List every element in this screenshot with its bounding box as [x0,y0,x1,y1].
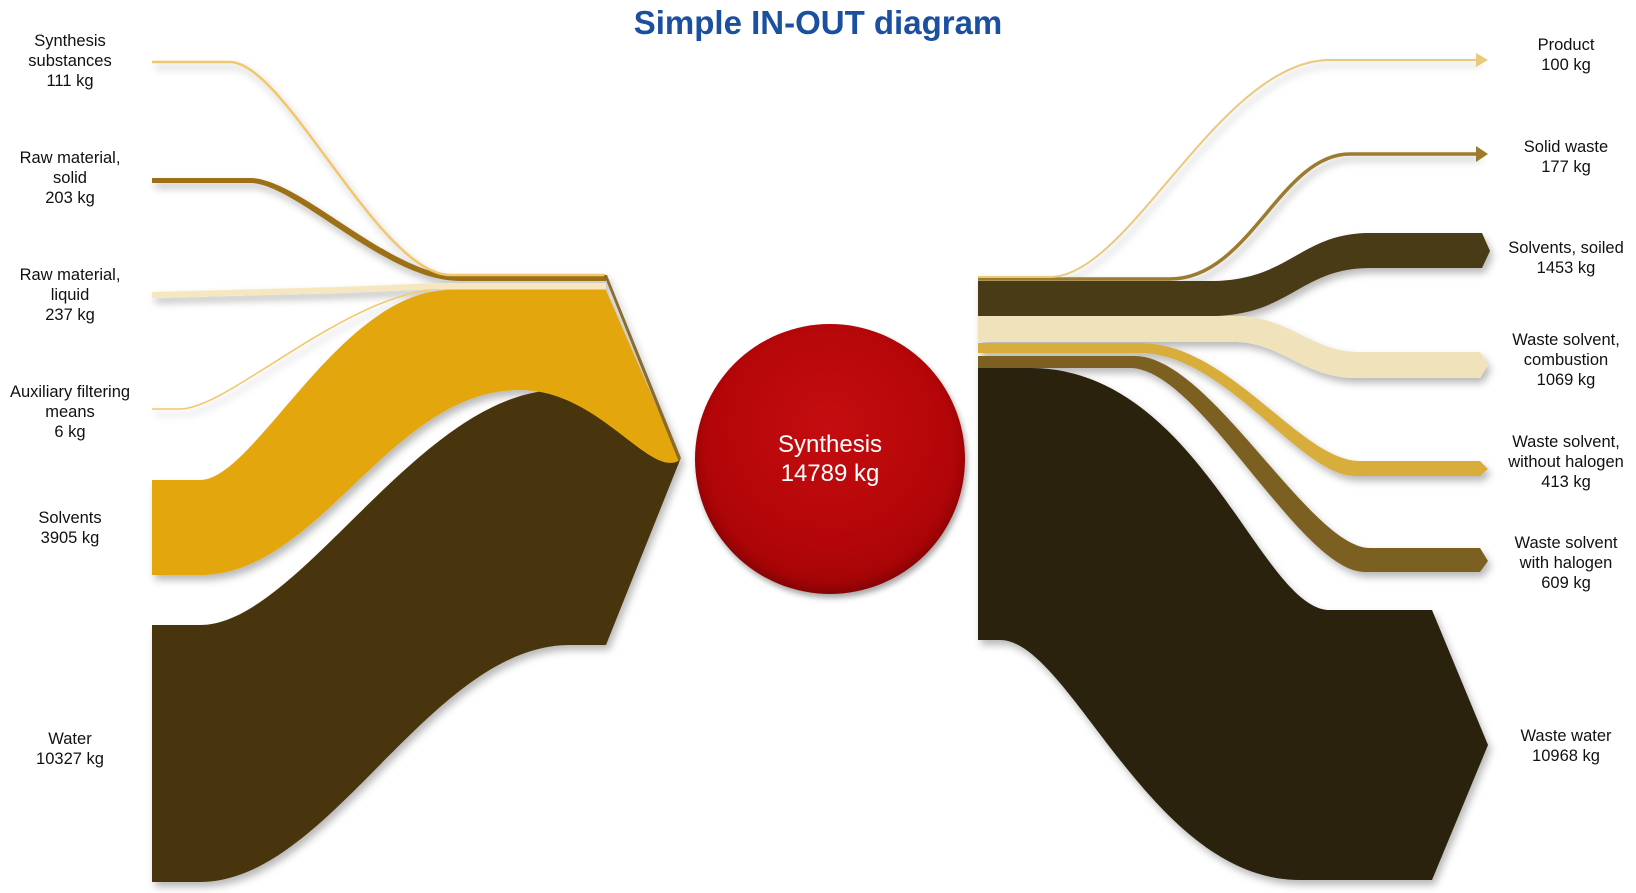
output-flows [978,59,1490,880]
flow-synthesis-substances [152,60,605,277]
synthesis-node-value: 14789 kg [780,460,880,487]
input-label-raw-material-liquid: Raw material, liquid 237 kg [19,266,121,324]
flow-solvents-soiled [978,233,1490,316]
arrowhead-solid-waste [1476,146,1488,162]
output-label-waste-solvent-without-halogen: Waste solvent, without halogen 413 kg [1508,433,1624,491]
output-label-solvents-soiled: Solvents, soiled 1453 kg [1508,239,1624,277]
arrowhead-product [1476,53,1488,67]
input-flows [152,60,681,882]
output-label-solid-waste: Solid waste 177 kg [1523,138,1609,176]
output-label-waste-solvent-with-halogen: Waste solvent with halogen 609 kg [1514,534,1618,592]
output-label-waste-water: Waste water 10968 kg [1520,727,1612,765]
output-label-product: Product 100 kg [1537,36,1595,74]
flow-water [152,390,680,882]
output-arrowheads [1476,53,1488,162]
input-label-solvents: Solvents 3905 kg [38,509,102,547]
input-label-water: Water 10327 kg [36,730,104,768]
synthesis-node-label: Synthesis 14789 kg [695,430,965,488]
input-label-raw-material-solid: Raw material, solid 203 kg [19,149,121,207]
synthesis-node-name: Synthesis [777,431,883,458]
input-label-auxiliary-filtering-means: Auxiliary filtering means 6 kg [9,383,131,441]
output-label-waste-solvent-combustion: Waste solvent, combustion 1069 kg [1512,331,1620,389]
flow-raw-material-solid [152,178,606,281]
input-label-synthesis-substances: Synthesis substances 111 kg [28,32,112,90]
